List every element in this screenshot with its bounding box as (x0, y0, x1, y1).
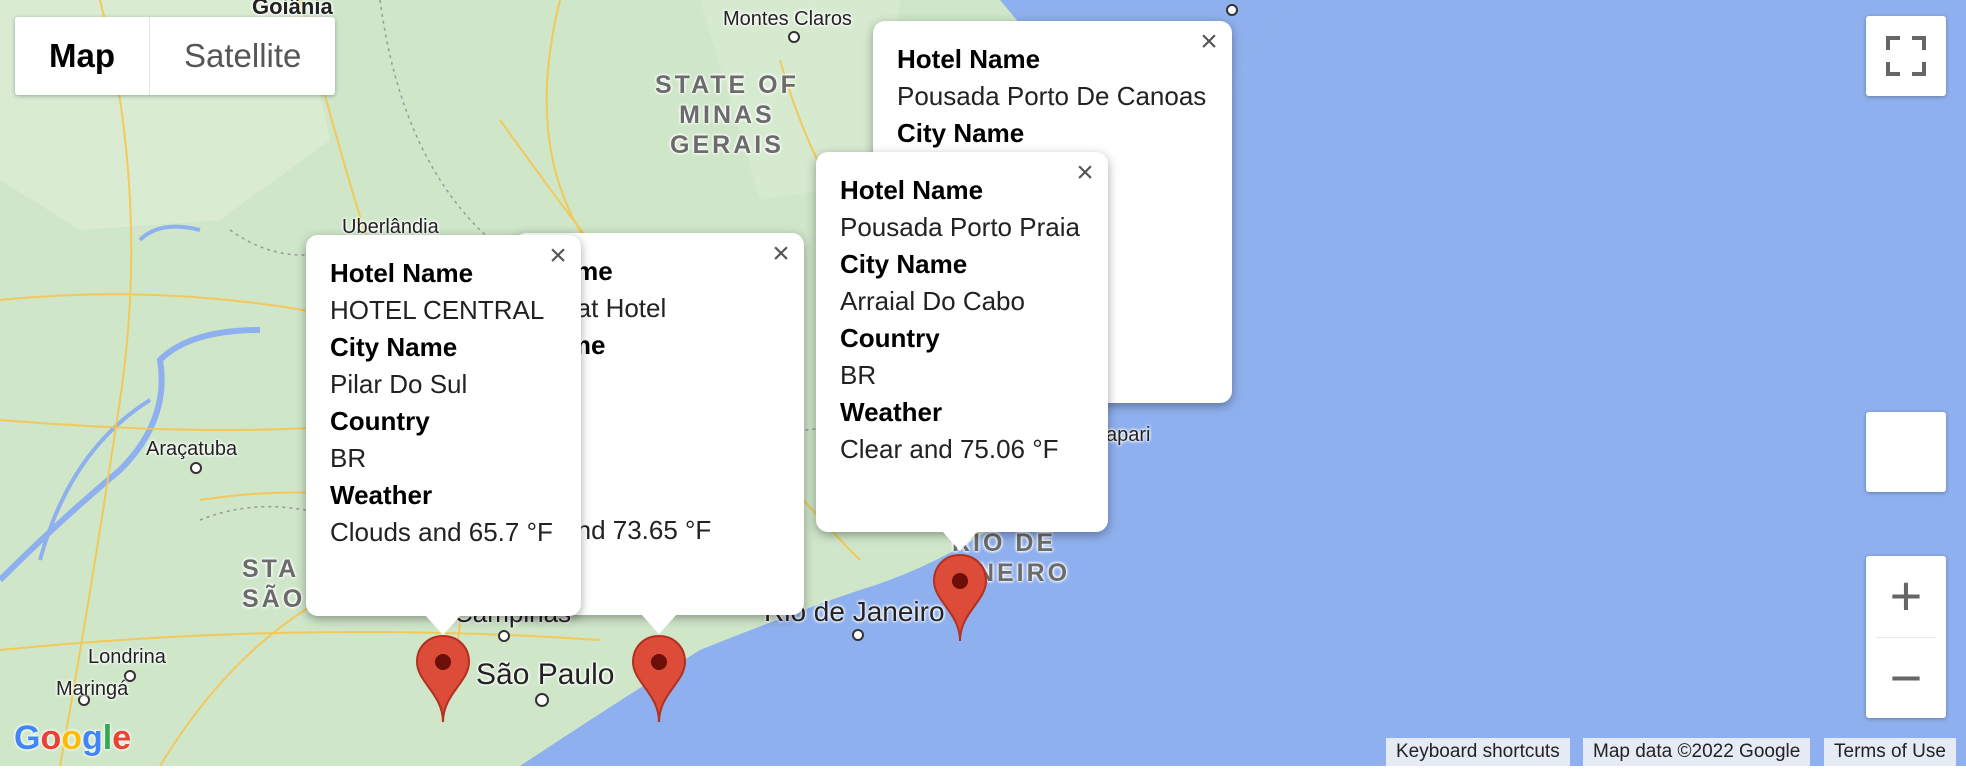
country-label: Country (330, 406, 430, 436)
map-type-map-button[interactable]: Map (15, 17, 150, 95)
google-logo: Google (14, 719, 132, 757)
pegman-button[interactable] (1866, 412, 1946, 492)
hotel-name-value: Pousada Porto Praia (840, 212, 1080, 242)
hotel-name-value: Pousada Porto De Canoas (897, 81, 1207, 111)
close-icon[interactable]: × (543, 241, 573, 271)
weather-value: Clouds and 65.7 °F (330, 517, 553, 547)
weather-value: Clear and 75.06 °F (840, 434, 1059, 464)
hotel-name-label: Hotel Name (840, 175, 984, 205)
info-window-tail (641, 614, 677, 634)
hotel-name-value: HOTEL CENTRAL (330, 295, 545, 325)
city-name-value: Pilar Do Sul (330, 369, 468, 399)
map-type-satellite-button[interactable]: Satellite (150, 17, 335, 95)
city-label-itapari: apari (1106, 424, 1151, 446)
state-label-minas-gerais: STATE OF MINAS GERAIS (655, 71, 799, 159)
city-label-montes-claros: Montes Claros (723, 8, 852, 30)
zoom-out-button[interactable]: − (1866, 638, 1946, 718)
fullscreen-button[interactable] (1866, 16, 1946, 96)
keyboard-shortcuts-link[interactable]: Keyboard shortcuts (1386, 738, 1570, 766)
country-label: Country (840, 323, 940, 353)
zoom-control: + − (1866, 556, 1946, 718)
hotel-name-label: Hotel Name (330, 258, 474, 288)
zoom-in-button[interactable]: + (1866, 556, 1946, 636)
terms-of-use-link[interactable]: Terms of Use (1824, 738, 1956, 766)
country-value: BR (330, 443, 367, 473)
city-label-aracatuba: Araçatuba (146, 438, 238, 460)
country-value: BR (840, 360, 877, 390)
city-label-londrina: Londrina (88, 646, 166, 668)
close-icon[interactable]: × (766, 239, 796, 269)
info-window: Hotel Name HOTEL CENTRAL City Name Pilar… (306, 235, 581, 616)
marker-pin-icon[interactable] (631, 634, 687, 724)
city-name-label: City Name (840, 249, 968, 279)
marker-pin-icon[interactable] (415, 634, 471, 724)
city-name-label: City Name (330, 332, 458, 362)
close-icon[interactable]: × (1070, 158, 1100, 188)
info-window: Hotel Name Pousada Porto Praia City Name… (816, 152, 1108, 532)
city-label-maringa: Maringá (56, 678, 129, 700)
weather-label: Weather (330, 480, 433, 510)
hotel-name-label: Hotel Name (897, 44, 1041, 74)
map-type-control: Map Satellite (15, 17, 336, 95)
marker-pin-icon[interactable] (932, 553, 988, 643)
state-label-sao-paulo: STA SÃO (242, 555, 306, 613)
city-name-value: Arraial Do Cabo (840, 286, 1025, 316)
city-name-label: City Name (897, 118, 1025, 148)
map-canvas[interactable]: Goiânia Montes Claros Uberlândia Araçatu… (0, 0, 1966, 766)
city-label-sao-paulo: São Paulo (476, 658, 615, 691)
info-window-tail (942, 531, 978, 551)
close-icon[interactable]: × (1194, 27, 1224, 57)
weather-label: Weather (840, 397, 943, 427)
fullscreen-icon (1886, 36, 1926, 76)
map-data-attribution: Map data ©2022 Google (1583, 738, 1811, 766)
info-window-tail (425, 615, 461, 635)
